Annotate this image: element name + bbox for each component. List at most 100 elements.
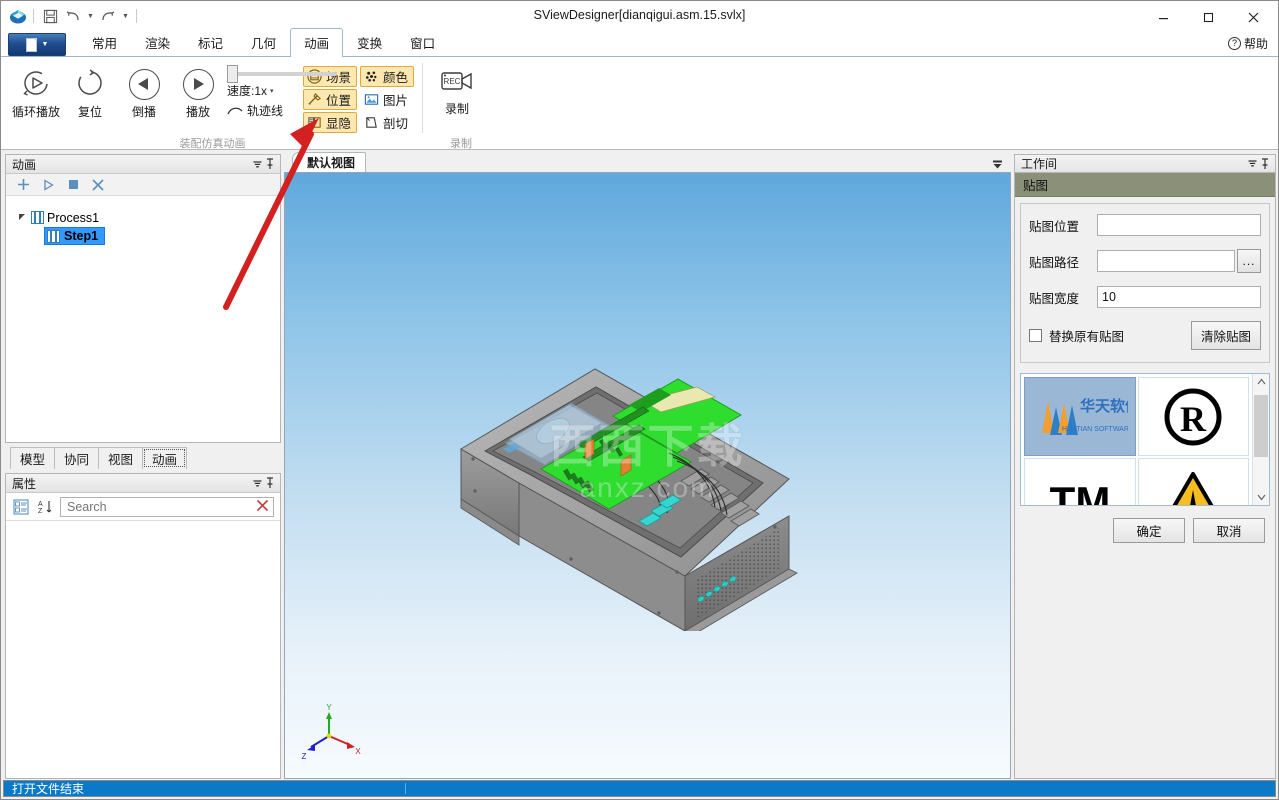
browse-button[interactable]: ...	[1237, 249, 1261, 273]
maximize-button[interactable]	[1186, 3, 1231, 31]
scroll-up-icon[interactable]	[1253, 374, 1269, 389]
properties-panel: 属性 A Z Search	[5, 473, 281, 779]
dock-tab-model[interactable]: 模型	[10, 447, 56, 469]
tab-chuangkou[interactable]: 窗口	[396, 28, 449, 57]
texture-item-huatian-logo[interactable]: 华天软件 HUATIAN SOFTWARE	[1024, 377, 1136, 456]
texture-item-tm-symbol[interactable]: TM	[1024, 458, 1136, 505]
properties-panel-header: 属性	[6, 474, 280, 493]
left-dock-tabs: 模型 协同 视图 动画	[5, 447, 281, 469]
texture-path-field[interactable]	[1097, 250, 1235, 272]
search-input-wrapper[interactable]	[60, 496, 274, 517]
undo-dropdown-icon[interactable]: ▼	[86, 6, 95, 26]
redo-icon[interactable]	[98, 6, 118, 26]
position-label: 位置	[326, 94, 352, 108]
trajectory-button[interactable]: 轨迹线	[227, 102, 283, 119]
pin-icon[interactable]	[1259, 157, 1271, 171]
cancel-button[interactable]: 取消	[1193, 518, 1265, 543]
tree-node-step[interactable]: Step1	[44, 227, 106, 245]
show-hide-button[interactable]: 显隐	[303, 112, 358, 133]
search-input[interactable]	[65, 498, 269, 515]
pin-icon[interactable]	[264, 157, 276, 171]
replace-texture-checkbox[interactable]	[1029, 329, 1042, 342]
position-button[interactable]: 位置	[303, 89, 358, 110]
chevron-down-icon: ▾	[270, 87, 274, 95]
tab-changyong[interactable]: 常用	[78, 28, 131, 57]
clear-texture-button[interactable]: 清除贴图	[1190, 321, 1261, 350]
viewport-canvas[interactable]: 西西下载 anxz.com Y X Z	[284, 172, 1011, 779]
properties-list[interactable]	[6, 521, 280, 778]
window-title: SViewDesigner[dianqigui.asm.15.svlx]	[533, 8, 746, 22]
tab-jihe[interactable]: 几何	[237, 28, 290, 57]
trajectory-label: 轨迹线	[247, 104, 284, 118]
texture-width-field[interactable]: 10	[1097, 286, 1261, 308]
add-step-button[interactable]	[16, 178, 30, 192]
section-cut-button[interactable]: 剖切	[360, 112, 414, 133]
sort-az-icon[interactable]: A Z	[36, 498, 54, 516]
gallery-scrollbar-thumb[interactable]	[1254, 395, 1268, 457]
dock-tab-animation[interactable]: 动画	[142, 447, 188, 469]
pin-icon[interactable]	[264, 476, 276, 490]
undo-icon[interactable]	[63, 6, 83, 26]
replace-texture-label: 替换原有贴图	[1049, 330, 1125, 344]
viewport-dropdown-icon[interactable]	[991, 158, 1003, 170]
gallery-scrollbar[interactable]	[1252, 374, 1269, 505]
texture-item-registered-symbol[interactable]: R	[1137, 377, 1249, 456]
tree-node-process[interactable]: Process1	[16, 208, 280, 227]
tree-node-process-label: Process1	[47, 210, 100, 225]
stop-step-button[interactable]	[66, 178, 80, 192]
help-label: 帮助	[1243, 37, 1268, 51]
expand-arrow-icon[interactable]	[16, 213, 28, 223]
play-button[interactable]: 播放	[171, 62, 225, 120]
play-step-button[interactable]	[41, 178, 55, 192]
application-window: ▼ ▼ SViewDesigner[dianqigui.asm.15.svlx]	[0, 0, 1279, 800]
redo-dropdown-icon[interactable]: ▼	[121, 6, 130, 26]
texture-position-field[interactable]	[1097, 214, 1261, 236]
close-button[interactable]	[1231, 3, 1276, 31]
axis-label-x: X	[355, 747, 361, 756]
scroll-down-icon[interactable]	[1253, 490, 1269, 505]
texture-item-warning-symbol[interactable]	[1137, 458, 1249, 505]
record-button[interactable]: REC 录制	[429, 62, 485, 117]
categorize-icon[interactable]	[12, 498, 30, 516]
reset-button[interactable]: 复位	[63, 62, 117, 120]
help-link[interactable]: ? 帮助	[1227, 35, 1268, 52]
file-menu-button[interactable]: ▼	[8, 33, 66, 56]
reverse-play-icon	[128, 66, 160, 102]
picture-label: 图片	[383, 94, 409, 108]
panel-menu-icon[interactable]	[250, 156, 264, 172]
delete-step-button[interactable]	[91, 178, 105, 192]
clear-search-icon[interactable]	[256, 499, 269, 514]
scene-button[interactable]: 场景	[303, 66, 358, 87]
color-button[interactable]: 颜色	[360, 66, 415, 87]
section-cut-label: 剖切	[383, 117, 409, 131]
reverse-play-button[interactable]: 倒播	[117, 62, 171, 120]
panel-menu-icon[interactable]	[250, 475, 264, 491]
ok-button[interactable]: 确定	[1113, 518, 1185, 543]
main-body: 动画 Process1 Step1 模型 协同 视图 动画 属性 A Z Sea…	[1, 150, 1278, 779]
save-icon[interactable]	[40, 6, 60, 26]
warning-triangle-symbol	[1172, 471, 1214, 505]
workspace-panel-header: 工作间	[1014, 154, 1276, 173]
tab-biaoji[interactable]: 标记	[184, 28, 237, 57]
minimize-button[interactable]	[1141, 3, 1186, 31]
tab-xuanran[interactable]: 渲染	[131, 28, 184, 57]
speed-dropdown[interactable]: 速度:1x ▾	[227, 82, 274, 99]
trademark-symbol: TM	[1049, 478, 1110, 506]
svg-text:华天软件: 华天软件	[1080, 397, 1128, 415]
tab-bianhuan[interactable]: 变换	[343, 28, 396, 57]
dock-tab-collab[interactable]: 协同	[54, 447, 100, 469]
speed-slider-thumb[interactable]	[227, 65, 238, 83]
picture-button[interactable]: 图片	[360, 89, 414, 110]
viewport-tab-default-view[interactable]: 默认视图	[292, 152, 367, 172]
reverse-play-label: 倒播	[131, 105, 156, 119]
gallery-scrollbar-track[interactable]	[1253, 389, 1269, 490]
loop-play-button[interactable]: 循环播放	[9, 62, 63, 120]
tab-donghua[interactable]: 动画	[290, 28, 344, 58]
panel-menu-icon[interactable]	[1245, 156, 1259, 172]
animation-panel-title: 动画	[12, 157, 37, 172]
dock-tab-view[interactable]: 视图	[98, 447, 144, 469]
speed-slider[interactable]	[227, 65, 337, 83]
section-cut-icon	[363, 114, 380, 131]
show-hide-icon	[306, 114, 323, 131]
app-logo-icon	[9, 7, 27, 25]
